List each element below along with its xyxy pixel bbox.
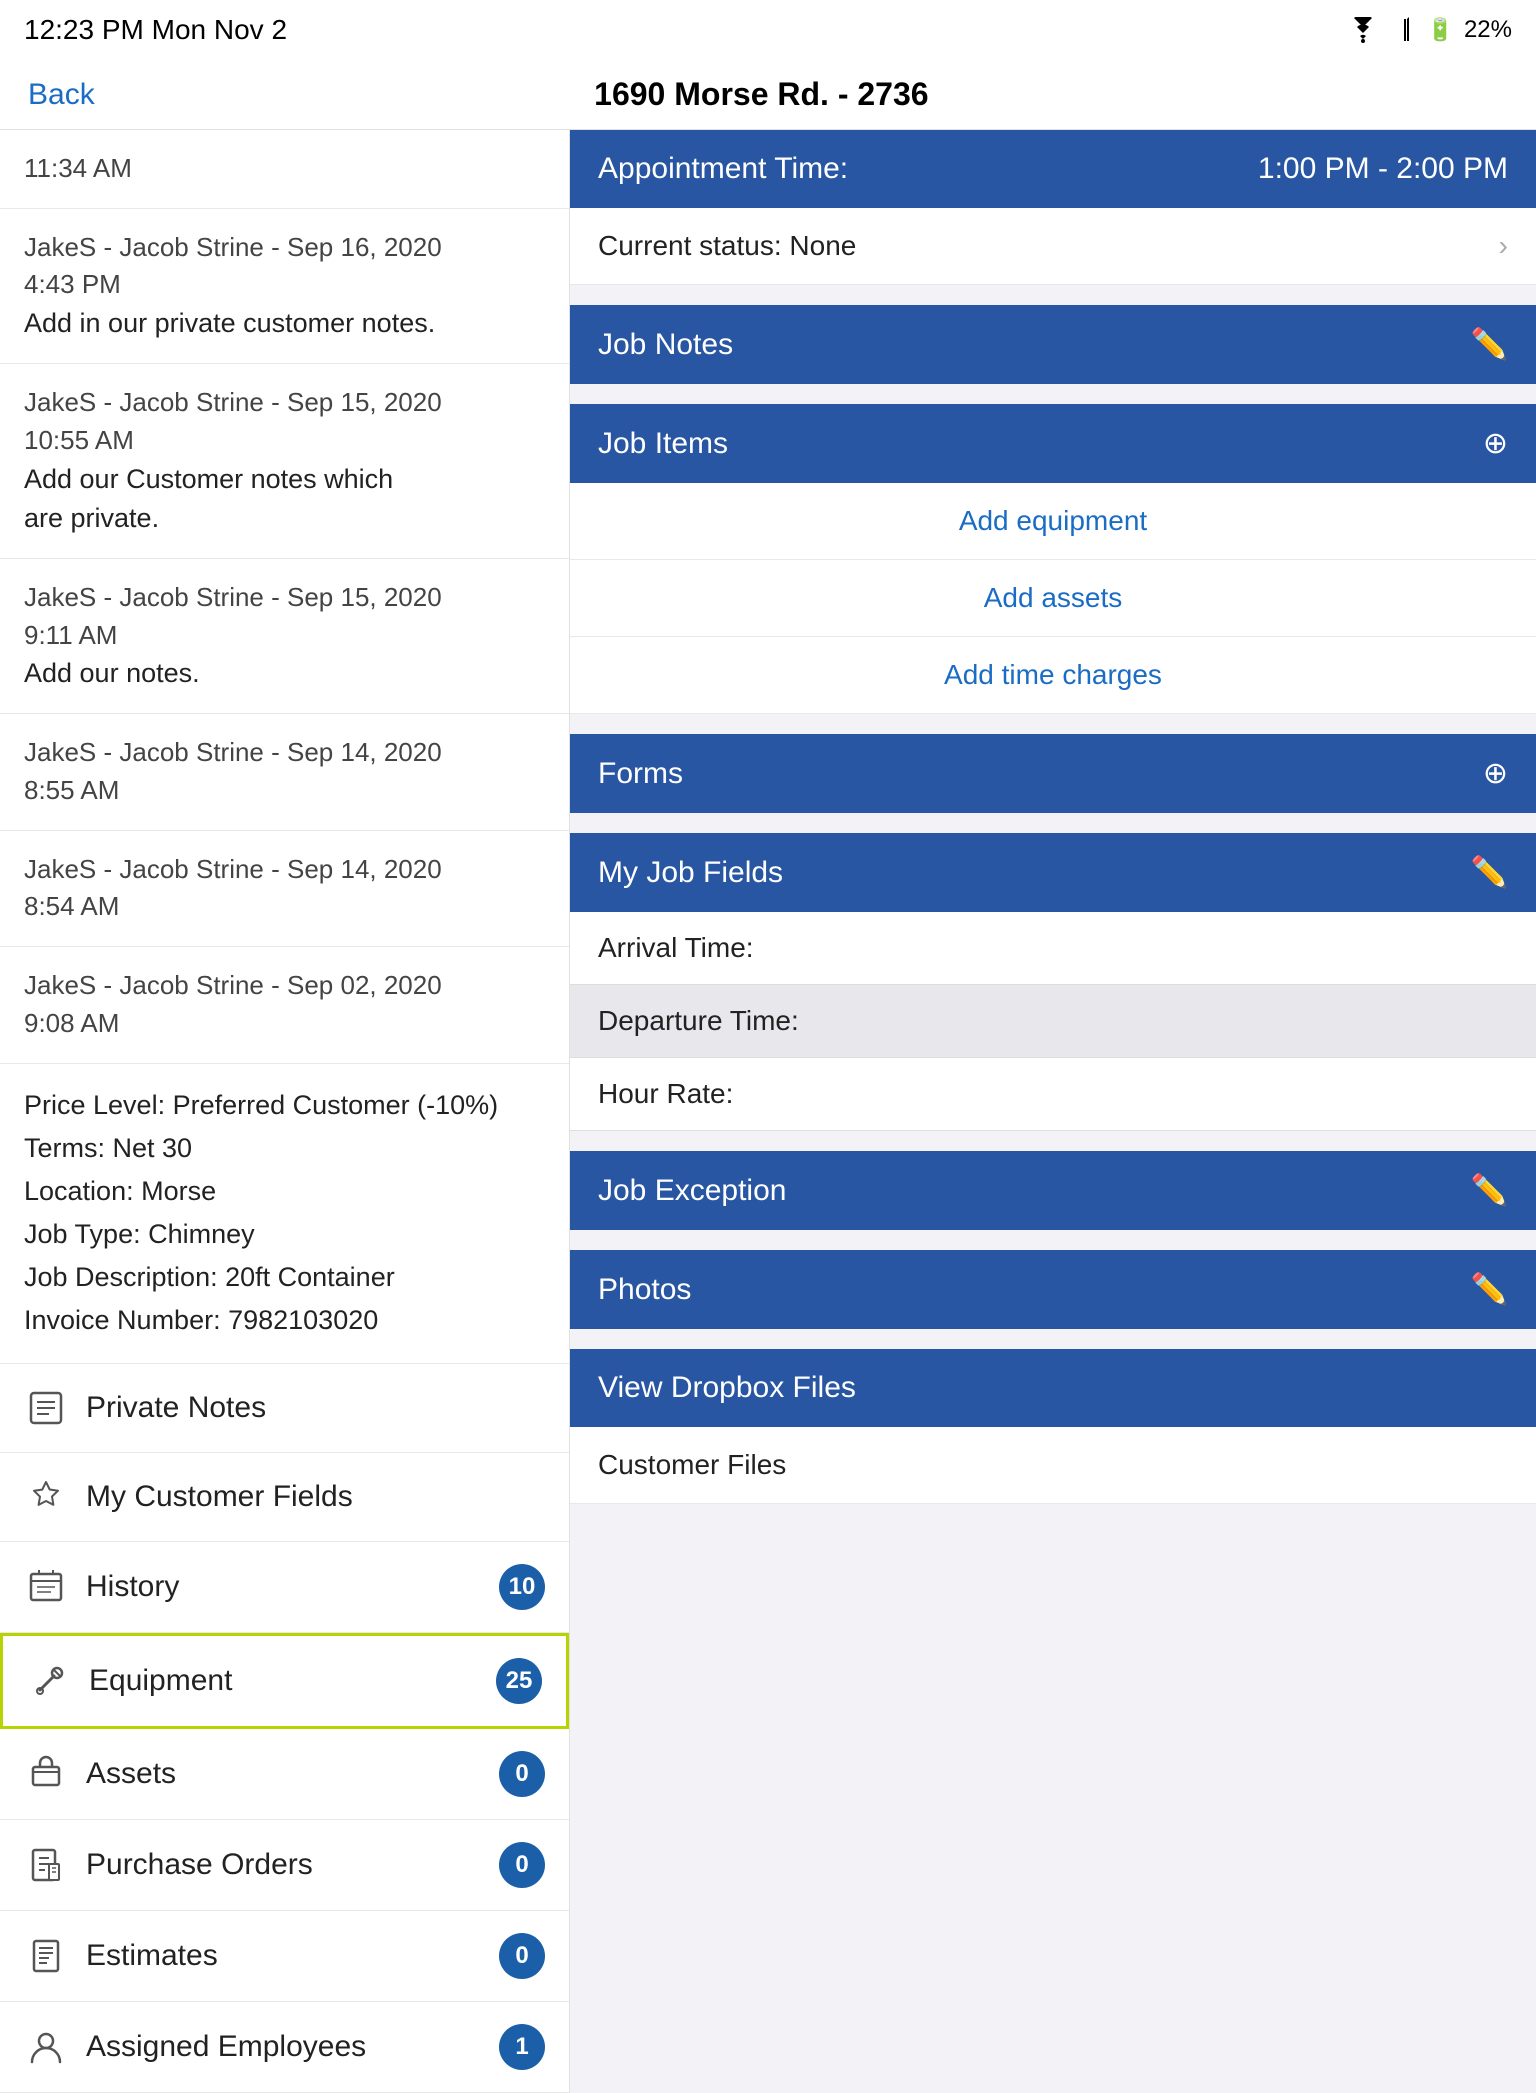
add-equipment-link[interactable]: Add equipment — [570, 483, 1536, 560]
pencil-icon-job-fields: ✏️ — [1471, 855, 1508, 890]
history-entry-1: JakeS - Jacob Strine - Sep 16, 20204:43 … — [0, 209, 569, 365]
nav-label-customer-fields: My Customer Fields — [86, 1480, 545, 1514]
appointment-time-label: Appointment Time: — [598, 152, 848, 186]
nav-label-estimates: Estimates — [86, 1939, 499, 1973]
status-bar: 12:23 PM Mon Nov 2 🔋 22% — [0, 0, 1536, 60]
appointment-time-value: 1:00 PM - 2:00 PM — [1258, 152, 1508, 186]
appointment-time-row: Appointment Time: 1:00 PM - 2:00 PM — [570, 130, 1536, 208]
estimates-icon — [24, 1934, 68, 1978]
plus-circle-icon-job-items: ⊕ — [1483, 426, 1508, 461]
header: Back 1690 Morse Rd. - 2736 — [0, 60, 1536, 130]
customer-files-row[interactable]: Customer Files — [570, 1427, 1536, 1504]
forms-title: Forms — [598, 757, 683, 791]
history-entry-5: JakeS - Jacob Strine - Sep 14, 20208:54 … — [0, 831, 569, 947]
plus-circle-icon-forms: ⊕ — [1483, 756, 1508, 791]
info-block: Price Level: Preferred Customer (-10%) T… — [0, 1064, 569, 1364]
photos-header[interactable]: Photos ✏️ — [570, 1250, 1536, 1329]
history-entry-4: JakeS - Jacob Strine - Sep 14, 20208:55 … — [0, 714, 569, 830]
history-entry-3: JakeS - Jacob Strine - Sep 15, 20209:11 … — [0, 559, 569, 715]
customer-files-label: Customer Files — [598, 1449, 786, 1481]
forms-header[interactable]: Forms ⊕ — [570, 734, 1536, 813]
nav-label-assets: Assets — [86, 1757, 499, 1791]
history-entry-0: 11:34 AM — [0, 130, 569, 209]
my-job-fields-title: My Job Fields — [598, 856, 783, 890]
assets-icon — [24, 1752, 68, 1796]
history-badge: 10 — [499, 1564, 545, 1610]
my-job-fields-header[interactable]: My Job Fields ✏️ — [570, 833, 1536, 912]
departure-time-field: Departure Time: — [570, 985, 1536, 1058]
person-icon — [24, 2025, 68, 2069]
pencil-icon-job-exception: ✏️ — [1471, 1173, 1508, 1208]
notes-icon — [24, 1386, 68, 1430]
job-exception-header[interactable]: Job Exception ✏️ — [570, 1151, 1536, 1230]
nav-item-assets[interactable]: Assets 0 — [0, 1729, 569, 1820]
assigned-employees-badge: 1 — [499, 2024, 545, 2070]
separator-5 — [570, 1131, 1536, 1151]
separator-3 — [570, 714, 1536, 734]
pencil-icon-photos: ✏️ — [1471, 1272, 1508, 1307]
job-exception-title: Job Exception — [598, 1174, 786, 1208]
equipment-badge: 25 — [496, 1658, 542, 1704]
add-time-charges-link[interactable]: Add time charges — [570, 637, 1536, 714]
job-notes-header[interactable]: Job Notes ✏️ — [570, 305, 1536, 384]
history-entries: 11:34 AM JakeS - Jacob Strine - Sep 16, … — [0, 130, 569, 1064]
nav-item-equipment[interactable]: Equipment 25 — [0, 1633, 569, 1729]
separator-7 — [570, 1329, 1536, 1349]
dropbox-header[interactable]: View Dropbox Files — [570, 1349, 1536, 1427]
left-column: 11:34 AM JakeS - Jacob Strine - Sep 16, … — [0, 130, 570, 2093]
wifi-icon — [1345, 17, 1381, 43]
nav-label-assigned-employees: Assigned Employees — [86, 2030, 499, 2064]
estimates-badge: 0 — [499, 1933, 545, 1979]
current-status-row[interactable]: Current status: None › — [570, 208, 1536, 285]
separator-4 — [570, 813, 1536, 833]
nav-item-assigned-employees[interactable]: Assigned Employees 1 — [0, 2002, 569, 2093]
nav-item-history[interactable]: History 10 — [0, 1542, 569, 1633]
purchase-orders-badge: 0 — [499, 1842, 545, 1888]
chevron-right-icon: › — [1499, 230, 1508, 262]
assets-badge: 0 — [499, 1751, 545, 1797]
history-icon — [24, 1565, 68, 1609]
purchase-orders-icon — [24, 1843, 68, 1887]
add-assets-link[interactable]: Add assets — [570, 560, 1536, 637]
history-entry-2: JakeS - Jacob Strine - Sep 15, 202010:55… — [0, 364, 569, 559]
right-column: Appointment Time: 1:00 PM - 2:00 PM Curr… — [570, 130, 1536, 1504]
nav-label-equipment: Equipment — [89, 1664, 496, 1698]
job-items-title: Job Items — [598, 427, 728, 461]
status-icons: 🔋 22% — [1345, 16, 1512, 44]
nav-item-purchase-orders[interactable]: Purchase Orders 0 — [0, 1820, 569, 1911]
separator-1 — [570, 285, 1536, 305]
back-button[interactable]: Back — [28, 78, 95, 112]
status-time: 12:23 PM Mon Nov 2 — [24, 14, 287, 46]
job-items-header[interactable]: Job Items ⊕ — [570, 404, 1536, 483]
arrival-time-field: Arrival Time: — [570, 912, 1536, 985]
history-entry-6: JakeS - Jacob Strine - Sep 02, 20209:08 … — [0, 947, 569, 1063]
page-title: 1690 Morse Rd. - 2736 — [594, 76, 928, 113]
nav-label-purchase-orders: Purchase Orders — [86, 1848, 499, 1882]
separator-2 — [570, 384, 1536, 404]
dropbox-title: View Dropbox Files — [598, 1371, 856, 1405]
wrench-icon — [27, 1659, 71, 1703]
signal-icon — [1391, 17, 1417, 43]
nav-label-history: History — [86, 1570, 499, 1604]
star-icon — [24, 1475, 68, 1519]
nav-item-estimates[interactable]: Estimates 0 — [0, 1911, 569, 2002]
current-status-label: Current status: None — [598, 230, 856, 262]
photos-title: Photos — [598, 1273, 691, 1307]
hour-rate-field: Hour Rate: — [570, 1058, 1536, 1131]
pencil-icon-job-notes: ✏️ — [1471, 327, 1508, 362]
nav-item-customer-fields[interactable]: My Customer Fields — [0, 1453, 569, 1542]
nav-item-private-notes[interactable]: Private Notes — [0, 1364, 569, 1453]
separator-6 — [570, 1230, 1536, 1250]
job-notes-title: Job Notes — [598, 328, 733, 362]
nav-label-private-notes: Private Notes — [86, 1391, 545, 1425]
main-layout: 11:34 AM JakeS - Jacob Strine - Sep 16, … — [0, 130, 1536, 2093]
battery-icon: 🔋 — [1427, 17, 1454, 43]
